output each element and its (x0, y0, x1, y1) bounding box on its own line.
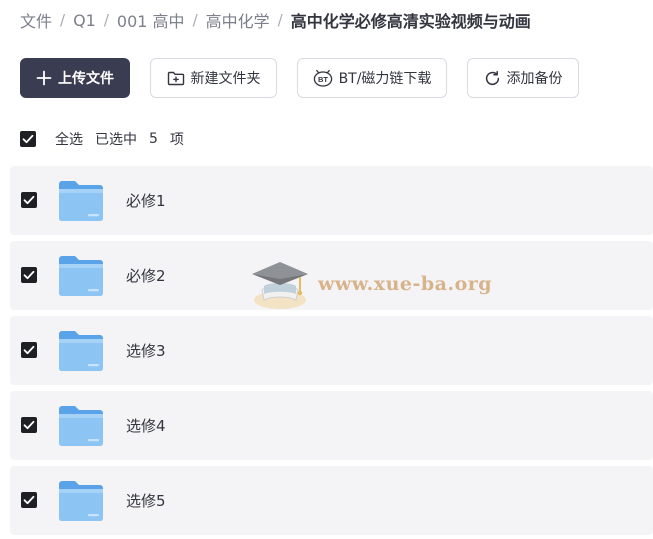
upload-button[interactable]: 上传文件 (20, 58, 130, 98)
refresh-icon (484, 70, 501, 87)
breadcrumb-separator: / (103, 11, 109, 29)
check-icon (23, 345, 35, 355)
file-name[interactable]: 必修2 (126, 265, 166, 286)
check-icon (23, 495, 35, 505)
folder-icon (59, 406, 103, 446)
breadcrumb-item-files[interactable]: 文件 (20, 8, 52, 32)
row-checkbox[interactable] (21, 192, 37, 208)
bt-download-button-label: BT/磁力链下载 (338, 71, 432, 87)
select-all-label[interactable]: 全选 (55, 129, 83, 149)
toolbar: 上传文件 新建文件夹 BT BT/磁力链下载 添加备份 (20, 58, 579, 98)
row-checkbox[interactable] (21, 342, 37, 358)
add-backup-button-label: 添加备份 (506, 71, 563, 87)
bt-icon-text: BT (318, 75, 328, 84)
row-checkbox[interactable] (21, 267, 37, 283)
folder-icon (59, 256, 103, 296)
folder-icon (59, 331, 103, 371)
breadcrumb-item-chemistry[interactable]: 高中化学 (206, 8, 270, 32)
check-icon (23, 270, 35, 280)
row-checkbox[interactable] (21, 492, 37, 508)
row-checkbox[interactable] (21, 417, 37, 433)
selection-bar: 全选 已选中 5 项 (20, 128, 184, 150)
new-folder-button-label: 新建文件夹 (190, 71, 261, 87)
new-folder-button[interactable]: 新建文件夹 (150, 58, 277, 98)
breadcrumb: 文件 / Q1 / 001 高中 / 高中化学 / 高中化学必修高清实验视频与动… (20, 8, 531, 32)
upload-button-label: 上传文件 (58, 71, 114, 87)
breadcrumb-item-001-high-school[interactable]: 001 高中 (117, 8, 185, 32)
bt-icon: BT (313, 69, 333, 87)
breadcrumb-separator: / (60, 11, 66, 29)
bt-download-button[interactable]: BT BT/磁力链下载 (297, 58, 447, 98)
check-icon (23, 420, 35, 430)
file-name[interactable]: 选修5 (126, 490, 166, 511)
breadcrumb-item-q1[interactable]: Q1 (73, 11, 96, 30)
file-list: 必修1 必修2 选修3 选修4 选修5 (10, 166, 653, 539)
file-row[interactable]: 选修5 (10, 466, 653, 535)
file-name[interactable]: 选修4 (126, 415, 166, 436)
add-backup-button[interactable]: 添加备份 (467, 58, 579, 98)
folder-icon (59, 481, 103, 521)
file-name[interactable]: 必修1 (126, 190, 166, 211)
file-manager-page: 文件 / Q1 / 001 高中 / 高中化学 / 高中化学必修高清实验视频与动… (0, 0, 653, 539)
folder-icon (59, 181, 103, 221)
breadcrumb-separator: / (192, 11, 198, 29)
selected-count: 5 (149, 131, 158, 147)
folder-plus-icon (167, 70, 185, 86)
file-name[interactable]: 选修3 (126, 340, 166, 361)
file-row[interactable]: 必修2 (10, 241, 653, 310)
select-all-checkbox[interactable] (20, 131, 36, 147)
file-row[interactable]: 选修3 (10, 316, 653, 385)
check-icon (22, 134, 34, 144)
plus-icon (36, 70, 52, 86)
selected-suffix: 项 (169, 132, 184, 148)
breadcrumb-separator: / (277, 11, 283, 29)
file-row[interactable]: 选修4 (10, 391, 653, 460)
selected-prefix: 已选中 (95, 132, 137, 148)
check-icon (23, 195, 35, 205)
breadcrumb-current: 高中化学必修高清实验视频与动画 (290, 12, 531, 31)
file-row[interactable]: 必修1 (10, 166, 653, 235)
